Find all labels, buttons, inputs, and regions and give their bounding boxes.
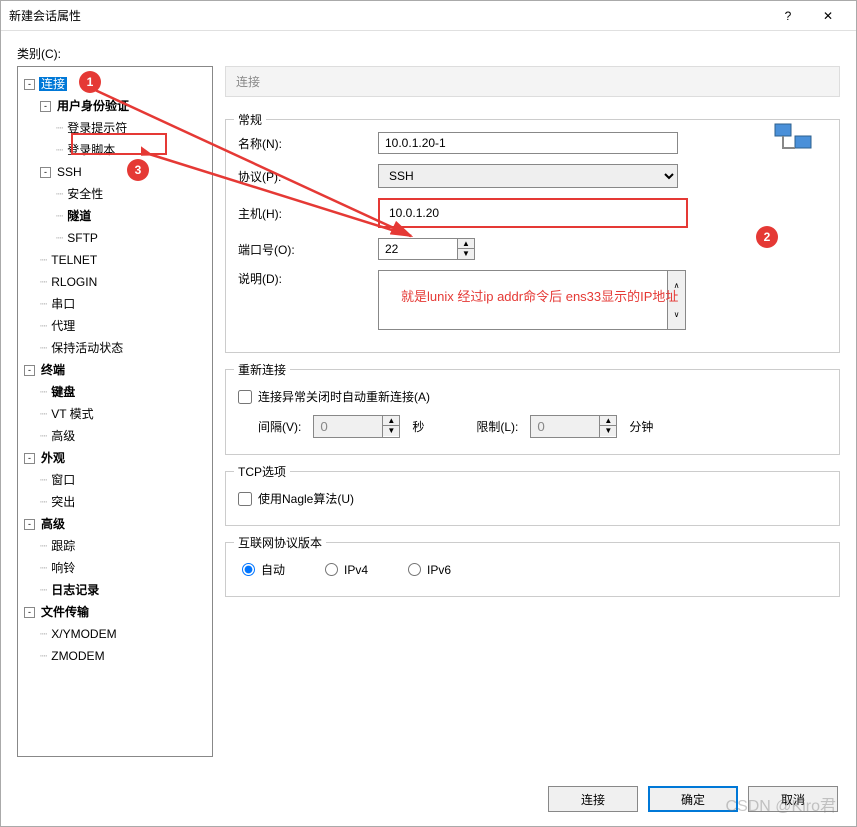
host-highlight	[378, 198, 688, 228]
radio-ipv6[interactable]: IPv6	[408, 561, 451, 578]
auto-reconnect-checkbox[interactable]	[238, 390, 252, 404]
tree-advanced[interactable]: 高级	[39, 517, 67, 531]
tree-filetransfer[interactable]: 文件传输	[39, 605, 91, 619]
help-button[interactable]: ?	[768, 2, 808, 30]
dialog-window: 新建会话属性 ? ✕ 类别(C): -连接 -用户身份验证 登录提示符 登录脚本	[0, 0, 857, 827]
seconds-label: 秒	[412, 418, 424, 435]
connection-icon	[773, 120, 815, 160]
tree-ssh[interactable]: SSH	[55, 165, 84, 179]
tree-bell[interactable]: 响铃	[49, 561, 77, 575]
expand-icon[interactable]: -	[40, 101, 51, 112]
main-panel: 连接 常规 名称(N): 协议(P): SSH 主机(H)	[225, 66, 840, 757]
ipver-group: 互联网协议版本 自动 IPv4 IPv6	[225, 542, 840, 597]
port-input[interactable]	[378, 238, 458, 260]
tree-logging[interactable]: 日志记录	[49, 583, 101, 597]
tree-advanced-term[interactable]: 高级	[49, 429, 77, 443]
tree-appearance[interactable]: 外观	[39, 451, 67, 465]
description-textarea[interactable]	[378, 270, 668, 330]
group-title-general: 常规	[234, 111, 266, 128]
tree-vtmode[interactable]: VT 模式	[49, 407, 95, 421]
reconnect-group: 重新连接 连接异常关闭时自动重新连接(A) 间隔(V): ▲▼ 秒 限制(L):…	[225, 369, 840, 455]
expand-icon[interactable]: -	[24, 453, 35, 464]
radio-ipv4[interactable]: IPv4	[325, 561, 368, 578]
tree-rlogin[interactable]: RLOGIN	[49, 275, 99, 289]
desc-scrollbar[interactable]: ∧∨	[668, 270, 686, 330]
tree-window[interactable]: 窗口	[49, 473, 77, 487]
tree-keepalive[interactable]: 保持活动状态	[49, 341, 125, 355]
tree-login-prompt[interactable]: 登录提示符	[65, 121, 129, 135]
tree-connection[interactable]: 连接	[39, 77, 67, 91]
host-label: 主机(H):	[238, 205, 378, 222]
expand-icon[interactable]: -	[24, 607, 35, 618]
nagle-label: 使用Nagle算法(U)	[258, 490, 354, 507]
tree-user-auth[interactable]: 用户身份验证	[55, 99, 131, 113]
tree-xymodem[interactable]: X/YMODEM	[49, 627, 118, 641]
dialog-buttons: 连接 确定 取消	[548, 786, 838, 812]
tree-proxy[interactable]: 代理	[49, 319, 77, 333]
nagle-checkbox[interactable]	[238, 492, 252, 506]
interval-input[interactable]	[313, 415, 383, 438]
tcp-group: TCP选项 使用Nagle算法(U)	[225, 471, 840, 526]
panel-header: 连接	[225, 66, 840, 97]
tree-trace[interactable]: 跟踪	[49, 539, 77, 553]
group-title-tcp: TCP选项	[234, 463, 290, 480]
expand-icon[interactable]: -	[24, 365, 35, 376]
cancel-button[interactable]: 取消	[748, 786, 838, 812]
host-input[interactable]	[383, 203, 683, 223]
tree-telnet[interactable]: TELNET	[49, 253, 99, 267]
interval-label: 间隔(V):	[258, 418, 301, 435]
desc-label: 说明(D):	[238, 270, 378, 287]
limit-input[interactable]	[530, 415, 600, 438]
category-tree: -连接 -用户身份验证 登录提示符 登录脚本 -SSH 安全性	[17, 66, 213, 757]
tree-sftp[interactable]: SFTP	[65, 231, 100, 245]
expand-icon[interactable]: -	[24, 79, 35, 90]
group-title-ipver: 互联网协议版本	[234, 534, 326, 551]
limit-label: 限制(L):	[476, 418, 518, 435]
tree-zmodem[interactable]: ZMODEM	[49, 649, 106, 663]
category-label: 类别(C):	[17, 45, 840, 62]
tree-terminal[interactable]: 终端	[39, 363, 67, 377]
connect-button[interactable]: 连接	[548, 786, 638, 812]
titlebar: 新建会话属性 ? ✕	[1, 1, 856, 31]
protocol-select[interactable]: SSH	[378, 164, 678, 188]
limit-spinner[interactable]: ▲▼	[600, 415, 617, 438]
group-title-reconnect: 重新连接	[234, 361, 290, 378]
tree-login-script[interactable]: 登录脚本	[65, 143, 117, 157]
tree-keyboard[interactable]: 键盘	[49, 385, 77, 399]
ok-button[interactable]: 确定	[648, 786, 738, 812]
general-group: 常规 名称(N): 协议(P): SSH 主机(H):	[225, 119, 840, 353]
interval-spinner[interactable]: ▲▼	[383, 415, 400, 438]
content-area: 类别(C): -连接 -用户身份验证 登录提示符 登录脚本 -SSH	[1, 31, 856, 826]
name-label: 名称(N):	[238, 135, 378, 152]
window-title: 新建会话属性	[9, 7, 768, 24]
tree-tunnel[interactable]: 隧道	[65, 209, 93, 223]
minutes-label: 分钟	[629, 418, 653, 435]
tree-serial[interactable]: 串口	[49, 297, 77, 311]
radio-auto[interactable]: 自动	[242, 561, 285, 578]
expand-icon[interactable]: -	[40, 167, 51, 178]
tree-security[interactable]: 安全性	[65, 187, 105, 201]
close-button[interactable]: ✕	[808, 2, 848, 30]
auto-reconnect-label: 连接异常关闭时自动重新连接(A)	[258, 388, 430, 405]
expand-icon[interactable]: -	[24, 519, 35, 530]
port-label: 端口号(O):	[238, 241, 378, 258]
port-spinner[interactable]: ▲▼	[458, 238, 475, 260]
tree-highlight[interactable]: 突出	[49, 495, 77, 509]
name-input[interactable]	[378, 132, 678, 154]
protocol-label: 协议(P):	[238, 168, 378, 185]
